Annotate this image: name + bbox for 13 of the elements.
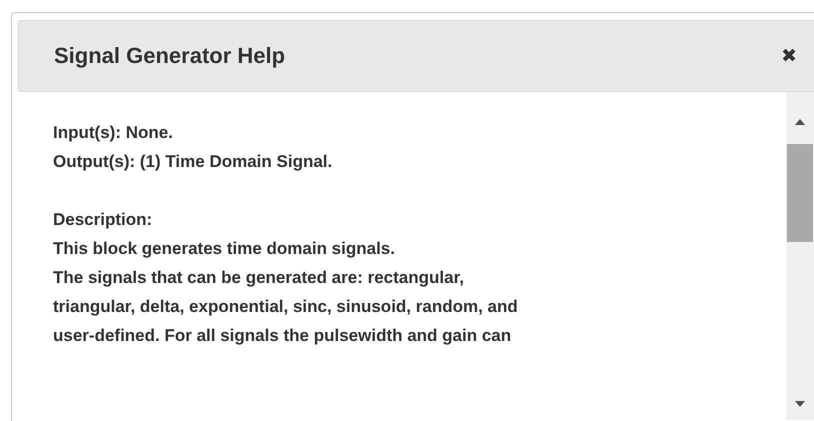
dialog-title: Signal Generator Help [54,43,286,69]
help-text-line: triangular, delta, exponential, sinc, sinusoid, random, and [53,296,519,318]
help-text-line: Output(s): (1) Time Domain Signal. [53,151,334,173]
scroll-up-icon[interactable] [794,118,806,126]
help-text-line: Input(s): None. [53,122,174,144]
scroll-down-icon[interactable] [794,400,806,408]
help-text-line: The signals that can be generated are: rectangular, [53,267,465,289]
scrollbar[interactable] [786,92,814,420]
scrollbar-thumb[interactable] [787,144,813,242]
help-text-line: user-defined. For all signals the pulsewidth and gain can [53,325,512,347]
help-text-line: Description: [53,209,154,231]
help-text-line: This block generates time domain signals. [53,238,396,260]
close-button[interactable]: ✖ [778,45,800,67]
